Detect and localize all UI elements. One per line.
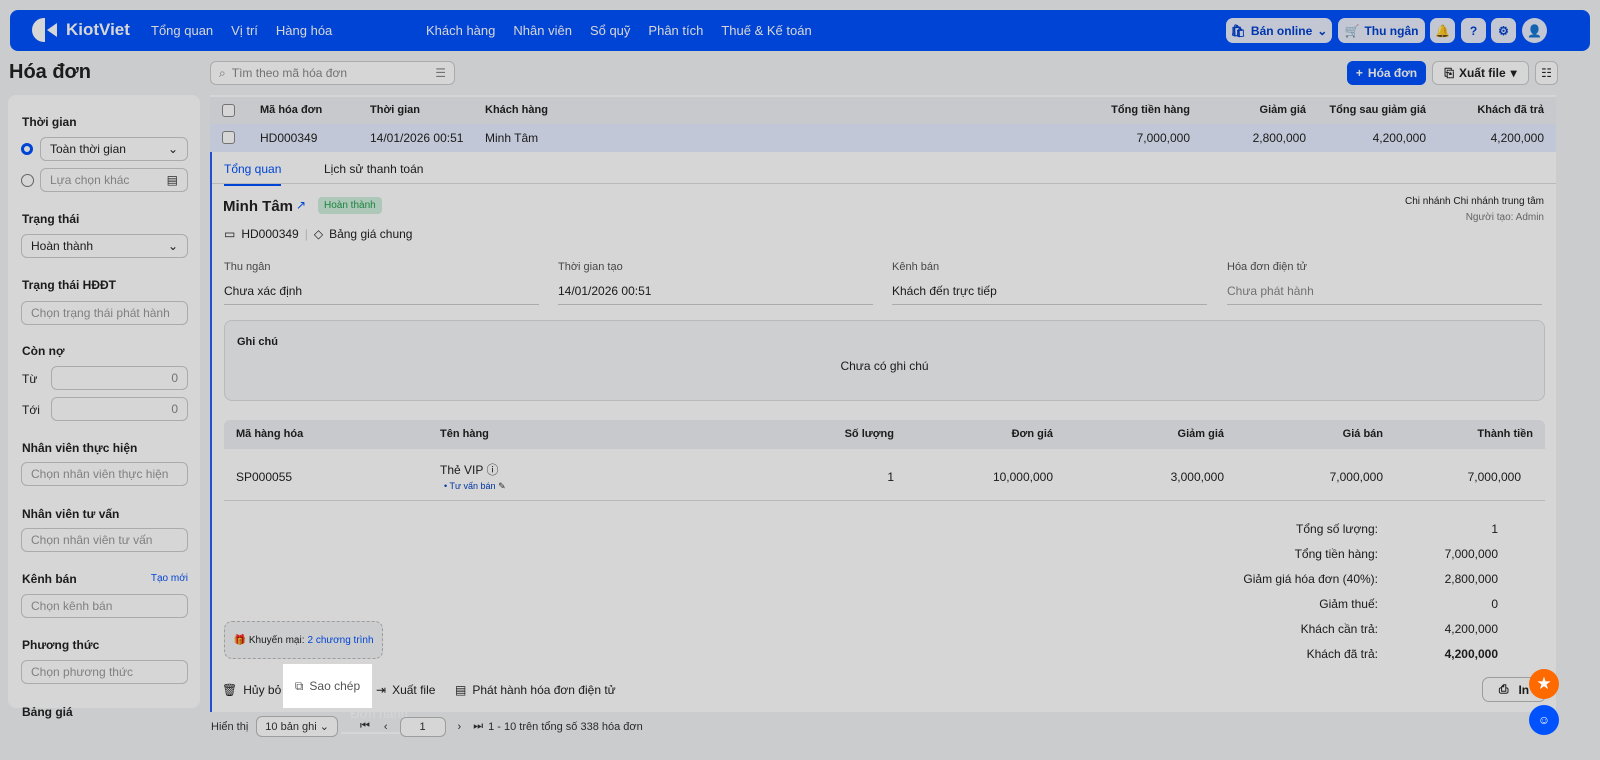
bell-icon[interactable]: 🔔 <box>1430 18 1455 43</box>
per-page-select[interactable]: 10 bản ghi ⌄ <box>256 716 338 737</box>
nav-phan-tich[interactable]: Phân tích <box>639 10 712 51</box>
column-settings-icon[interactable]: ☷ <box>1535 61 1558 85</box>
cart-icon: 🛒 <box>1344 23 1360 38</box>
radio-all-time[interactable] <box>21 143 33 155</box>
promotion-box[interactable]: 🎁 Khuyến mại: 2 chương trình <box>224 621 383 659</box>
main-menu: Tổng quan Vị trí Hàng hóa Đơn hàng Khách… <box>142 10 821 734</box>
filter-sidebar: Thời gian Toàn thời gian ⌄ Lựa chọn khác ▤… <box>8 95 200 719</box>
external-link-icon[interactable]: ↗ <box>296 198 306 212</box>
export-invoice-button[interactable]: ⇥ Xuất file <box>376 683 435 697</box>
export-file-button[interactable]: ⎘ Xuất file ▾ <box>1432 61 1529 85</box>
ban-online-button[interactable]: 🛍 Bán online ⌄ <box>1226 18 1332 43</box>
first-page-icon[interactable]: ⏮ <box>360 720 370 733</box>
nav-tong-quan[interactable]: Tổng quan <box>142 10 222 51</box>
invoice-detail-panel: Tổng quan Lịch sử thanh toán Minh Tâm ↗ … <box>210 152 1556 712</box>
time-select[interactable]: Toàn thời gian ⌄ <box>40 137 188 161</box>
export-icon: ⎘ <box>1444 65 1454 80</box>
einvoice-field: Chưa phát hành <box>1227 284 1542 305</box>
shop-icon: 🛍 <box>1230 23 1246 38</box>
chevron-down-icon: ⌄ <box>1317 23 1328 38</box>
cashier-field: Chưa xác định <box>224 284 539 305</box>
issue-einvoice-button[interactable]: ▤ Phát hành hóa đơn điện tử <box>455 683 616 697</box>
create-channel-link[interactable]: Tạo mới <box>151 573 188 584</box>
channel-select[interactable]: Chọn kênh bán <box>21 594 188 618</box>
nav-thue-ke-toan[interactable]: Thuế & Kế toán <box>712 10 820 51</box>
customer-name: Minh Tâm <box>223 198 293 215</box>
avatar[interactable]: 👤 <box>1522 18 1547 43</box>
summary-total-qty: Tổng số lượng: 1 <box>1296 522 1498 536</box>
einvoice-status-select[interactable]: Chọn trạng thái phát hành <box>21 301 188 325</box>
star-icon[interactable]: ★ <box>1529 669 1559 699</box>
kiotviet-logo-icon <box>32 18 58 42</box>
row-checkbox[interactable] <box>222 131 235 144</box>
items-header: Mã hàng hóa Tên hàng Số lượng Đơn giá Gi… <box>224 420 1545 449</box>
table-row[interactable]: HD000349 14/01/2026 00:51 Minh Tâm 7,000… <box>210 124 1556 152</box>
debt-from-input[interactable]: 0 <box>51 366 188 390</box>
logo[interactable]: KiotViet <box>32 18 130 42</box>
help-icon[interactable]: ? <box>1461 18 1486 43</box>
gift-icon: 🎁 <box>233 634 246 646</box>
staff-select[interactable]: Chọn nhân viên thực hiện <box>21 462 188 486</box>
top-nav: KiotViet Tổng quan Vị trí Hàng hóa Đơn h… <box>10 10 1590 734</box>
radio-other-time[interactable] <box>21 174 34 187</box>
tab-overview[interactable]: Tổng quan <box>224 162 282 186</box>
page-title: Hóa đơn <box>9 61 91 83</box>
item-row: SP000055 Thẻ VIP ⓘ • Tư vấn bán ✎ 1 10,0… <box>224 449 1545 501</box>
date-picker-input[interactable]: Lựa chọn khác ▤ <box>40 168 188 192</box>
info-icon: ⓘ <box>486 463 499 477</box>
export-icon: ⇥ <box>376 683 387 697</box>
status-select[interactable]: Hoàn thành ⌄ <box>21 234 188 258</box>
pagination: Hiển thị 10 bản ghi ⌄ ⏮ ‹ 1 › ⏭ 1 - 10 t… <box>211 716 643 737</box>
channel-field: Khách đến trực tiếp <box>892 284 1207 305</box>
gear-icon[interactable]: ⚙ <box>1491 18 1516 43</box>
copy-button[interactable]: ⧉ Sao chép <box>283 664 372 708</box>
support-icon[interactable]: ☺ <box>1529 705 1559 735</box>
select-all-checkbox[interactable] <box>222 104 235 117</box>
status-badge: Hoàn thành <box>318 197 382 214</box>
tag-icon: ◇ <box>313 227 324 241</box>
debt-to-input[interactable]: 0 <box>51 397 188 421</box>
next-page-icon[interactable]: › <box>458 721 462 733</box>
method-select[interactable]: Chọn phương thức <box>21 660 188 684</box>
filter-sliders-icon[interactable]: ☰ <box>435 66 446 80</box>
caret-down-icon: ▾ <box>1510 66 1517 80</box>
created-time-field: 14/01/2026 00:51 <box>558 284 873 305</box>
prev-page-icon[interactable]: ‹ <box>384 721 388 733</box>
advisor-select[interactable]: Chọn nhân viên tư vấn <box>21 528 188 552</box>
table-header: Mã hóa đơn Thời gian Khách hàng Tổng tiề… <box>210 97 1556 124</box>
page-input[interactable]: 1 <box>399 716 446 737</box>
nav-so-quy[interactable]: Sổ quỹ <box>581 10 639 51</box>
nav-nhan-vien[interactable]: Nhân viên <box>504 10 581 51</box>
nav-khach-hang[interactable]: Khách hàng <box>417 10 504 51</box>
printer-icon: ⎙ <box>1498 682 1509 696</box>
nav-hang-hoa[interactable]: Hàng hóa <box>267 10 341 51</box>
calendar-icon: ▤ <box>166 173 178 187</box>
tab-payment-history[interactable]: Lịch sử thanh toán <box>324 162 423 176</box>
search-icon: ⌕ <box>219 65 226 80</box>
plus-icon: + <box>1355 66 1363 80</box>
trash-icon: 🗑 <box>222 683 238 697</box>
invoice-icon: ▭ <box>224 227 236 241</box>
document-icon: ▤ <box>455 683 467 697</box>
note-box: Ghi chú Chưa có ghi chú <box>224 320 1545 401</box>
new-invoice-button[interactable]: + Hóa đơn <box>1347 61 1426 85</box>
last-page-icon[interactable]: ⏭ <box>473 720 483 733</box>
search-input[interactable]: ⌕ Tìm theo mã hóa đơn ☰ <box>210 61 455 85</box>
thu-ngan-button[interactable]: 🛒 Thu ngân <box>1338 18 1425 43</box>
nav-vi-tri[interactable]: Vị trí <box>222 10 267 51</box>
edit-icon: ✎ <box>498 481 506 491</box>
cancel-button[interactable]: 🗑 Hủy bỏ <box>222 683 281 697</box>
copy-icon: ⧉ <box>294 678 304 693</box>
